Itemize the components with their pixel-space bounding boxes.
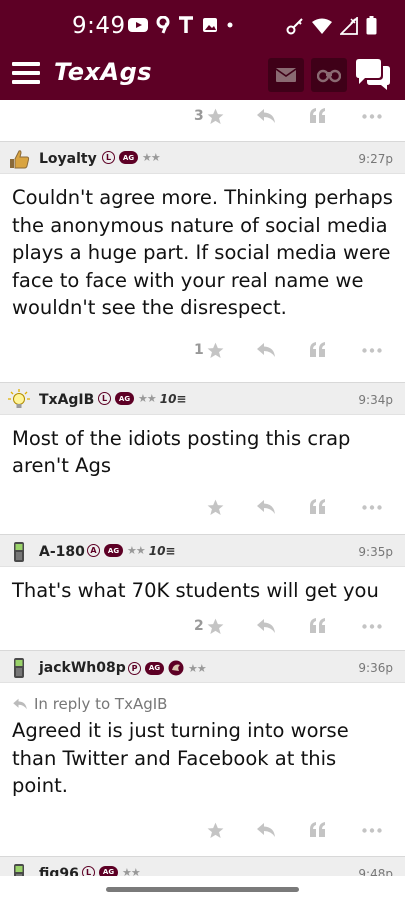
reply-icon[interactable] [256, 342, 276, 358]
cell-phone-icon [14, 541, 24, 562]
post-body: Couldn't agree more. Thinking perhaps th… [12, 186, 393, 319]
post-time: 9:34p [358, 392, 393, 407]
post-body: Most of the idiots posting this crap are… [12, 426, 351, 478]
quote-icon[interactable] [309, 341, 327, 357]
post-actions: 2 [0, 610, 405, 650]
mail-icon [276, 68, 296, 82]
system-icons [286, 16, 377, 35]
ag-badge: AG [145, 661, 164, 675]
like-count: 2 [194, 618, 204, 634]
user-badges: P AG ★★ [128, 660, 207, 676]
app-t-icon [179, 16, 193, 33]
signal-icon [340, 16, 358, 35]
post: jackWh08p P AG ★★ 9:36p In reply to TxAg… [0, 650, 405, 856]
post-body: Agreed it is just turning into worse tha… [12, 719, 349, 797]
in-reply-to-label: In reply to TxAgIB [34, 695, 168, 713]
reply-icon[interactable] [256, 499, 276, 515]
reply-icon[interactable] [256, 822, 276, 838]
star-icon[interactable] [206, 107, 225, 126]
level-badge: L [102, 151, 115, 164]
cell-phone-icon [14, 658, 24, 678]
chat-icon[interactable] [354, 58, 392, 92]
in-reply-to[interactable]: In reply to TxAgIB [0, 683, 405, 713]
image-icon [203, 18, 217, 32]
app-nine-icon [156, 16, 170, 34]
rating-stars: ★★ [188, 661, 207, 675]
star-icon[interactable] [206, 341, 225, 360]
reply-icon[interactable] [256, 108, 276, 124]
more-options-icon[interactable] [362, 624, 382, 629]
more-options-icon[interactable] [362, 504, 382, 510]
username[interactable]: Loyalty [39, 151, 97, 167]
quote-icon[interactable] [309, 498, 327, 514]
key-icon [286, 17, 303, 34]
more-options-icon[interactable] [362, 827, 382, 833]
app-header: TexAgs [0, 52, 405, 100]
rating-stars: ★★ [138, 392, 157, 405]
home-gesture-handle[interactable] [106, 887, 299, 892]
user-badges: L AG ★★ [102, 151, 161, 164]
star-icon[interactable] [206, 821, 225, 840]
more-options-icon[interactable] [362, 114, 382, 119]
quote-icon[interactable] [309, 821, 327, 837]
user-badges: A AG ★★ 10≡ [87, 544, 176, 558]
watchlist-button[interactable] [311, 58, 347, 92]
post: TxAgIB L AG ★★ 10≡ 9:34p Most of the idi… [0, 381, 405, 534]
ag-badge: AG [115, 392, 134, 405]
post-feed: 3 Loyalty L AG ★★ 9:27p Couldn't agree m… [0, 100, 405, 889]
ag-badge: AG [119, 151, 138, 164]
team-logo-icon [168, 660, 184, 676]
username[interactable]: TxAgIB [39, 392, 94, 408]
battery-icon [366, 16, 377, 35]
level-badge: A [87, 544, 100, 557]
dot-icon [227, 22, 233, 28]
post-actions [0, 486, 405, 534]
post-actions: 1 [0, 328, 405, 382]
gesture-nav-bar [0, 876, 405, 900]
post-time: 9:35p [358, 544, 393, 559]
user-badges: L AG ★★ 10≡ [98, 392, 187, 406]
post-header: A-180 A AG ★★ 10≡ 9:35p [0, 533, 405, 567]
notification-icons [128, 16, 234, 34]
status-bar: 9:49 [0, 0, 405, 52]
ag-badge: AG [104, 544, 123, 557]
post-header: TxAgIB L AG ★★ 10≡ 9:34p [0, 381, 405, 415]
star-icon[interactable] [206, 498, 225, 517]
reply-icon[interactable] [256, 618, 276, 634]
wifi-icon [312, 18, 332, 34]
status-time: 9:49 [72, 13, 126, 39]
username[interactable]: jackWh08p [39, 660, 126, 676]
more-options-icon[interactable] [362, 347, 382, 353]
like-count: 1 [194, 341, 204, 358]
star-icon[interactable] [206, 617, 225, 636]
level-badge: P [128, 661, 141, 675]
messages-button[interactable] [268, 58, 304, 92]
post-actions [0, 806, 405, 856]
post: A-180 A AG ★★ 10≡ 9:35p That's what 70K … [0, 533, 405, 651]
post-actions: 3 [0, 100, 405, 141]
light-bulb-icon [8, 388, 30, 408]
post-time: 9:36p [358, 661, 393, 675]
like-count: 3 [194, 108, 204, 124]
post-header: jackWh08p P AG ★★ 9:36p [0, 650, 405, 683]
binoculars-icon [317, 69, 341, 83]
post-body: That's what 70K students will get you [12, 578, 379, 602]
youtube-icon [128, 18, 148, 32]
thumbs-up-icon [10, 150, 30, 169]
rating-stars: ★★ [142, 151, 161, 164]
post-header: Loyalty L AG ★★ 9:27p [0, 141, 405, 174]
app-logo[interactable]: TexAgs [54, 58, 152, 86]
quote-icon[interactable] [309, 617, 327, 633]
reply-arrow-icon [13, 698, 27, 710]
quote-icon[interactable] [309, 107, 327, 123]
post: Loyalty L AG ★★ 9:27p Couldn't agree mor… [0, 141, 405, 382]
post-time: 9:27p [358, 152, 393, 166]
tenk-badge: 10≡ [159, 391, 187, 406]
menu-icon[interactable] [12, 62, 40, 86]
username[interactable]: A-180 [39, 544, 85, 560]
tenk-badge: 10≡ [148, 543, 176, 558]
level-badge: L [98, 392, 111, 405]
rating-stars: ★★ [127, 544, 146, 557]
